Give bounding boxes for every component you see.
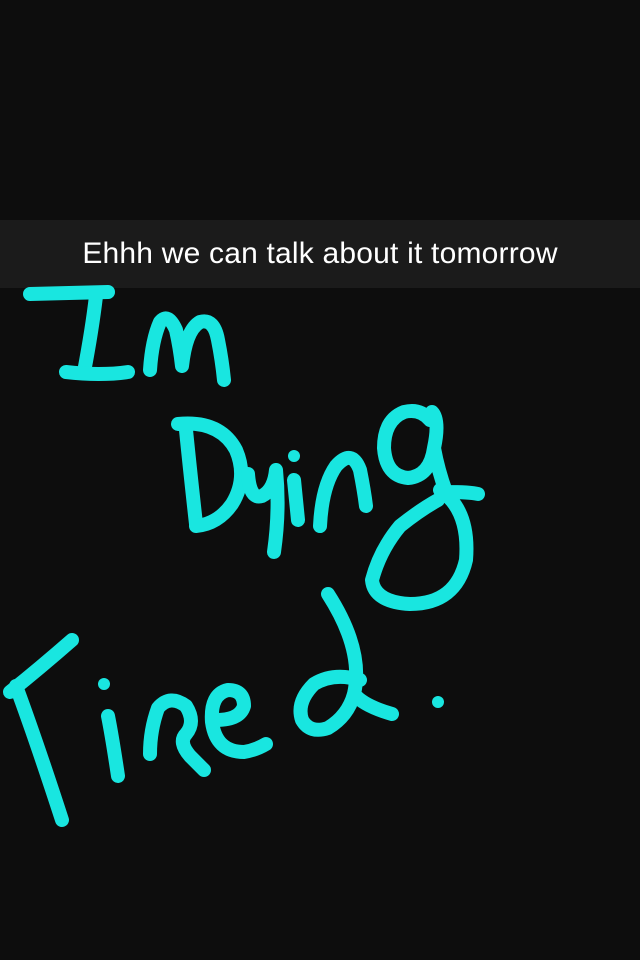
- stroke-letter-i2-dot: [98, 678, 110, 690]
- stroke-letter-i2-stem: [101, 709, 125, 783]
- stroke-letter-e: [204, 683, 273, 759]
- stroke-letter-I-bottom: [59, 365, 135, 381]
- stroke-letter-r: [143, 693, 211, 777]
- stroke-letter-T-stem: [9, 679, 69, 827]
- snap-canvas: Ehhh we can talk about it tomorrow: [0, 0, 640, 960]
- stroke-letter-d: [293, 587, 399, 737]
- stroke-letter-g: [365, 404, 485, 611]
- handwritten-drawing: [3, 285, 485, 827]
- stroke-letter-I-stem: [77, 289, 103, 379]
- stroke-letter-i-stem: [287, 473, 305, 527]
- stroke-letter-m: [143, 311, 231, 387]
- stroke-letter-D-stem: [179, 423, 203, 531]
- stroke-letter-i-dot: [288, 450, 300, 462]
- stroke-letter-y: [241, 463, 285, 559]
- stroke-letter-n: [313, 451, 373, 533]
- stroke-period: [432, 696, 444, 708]
